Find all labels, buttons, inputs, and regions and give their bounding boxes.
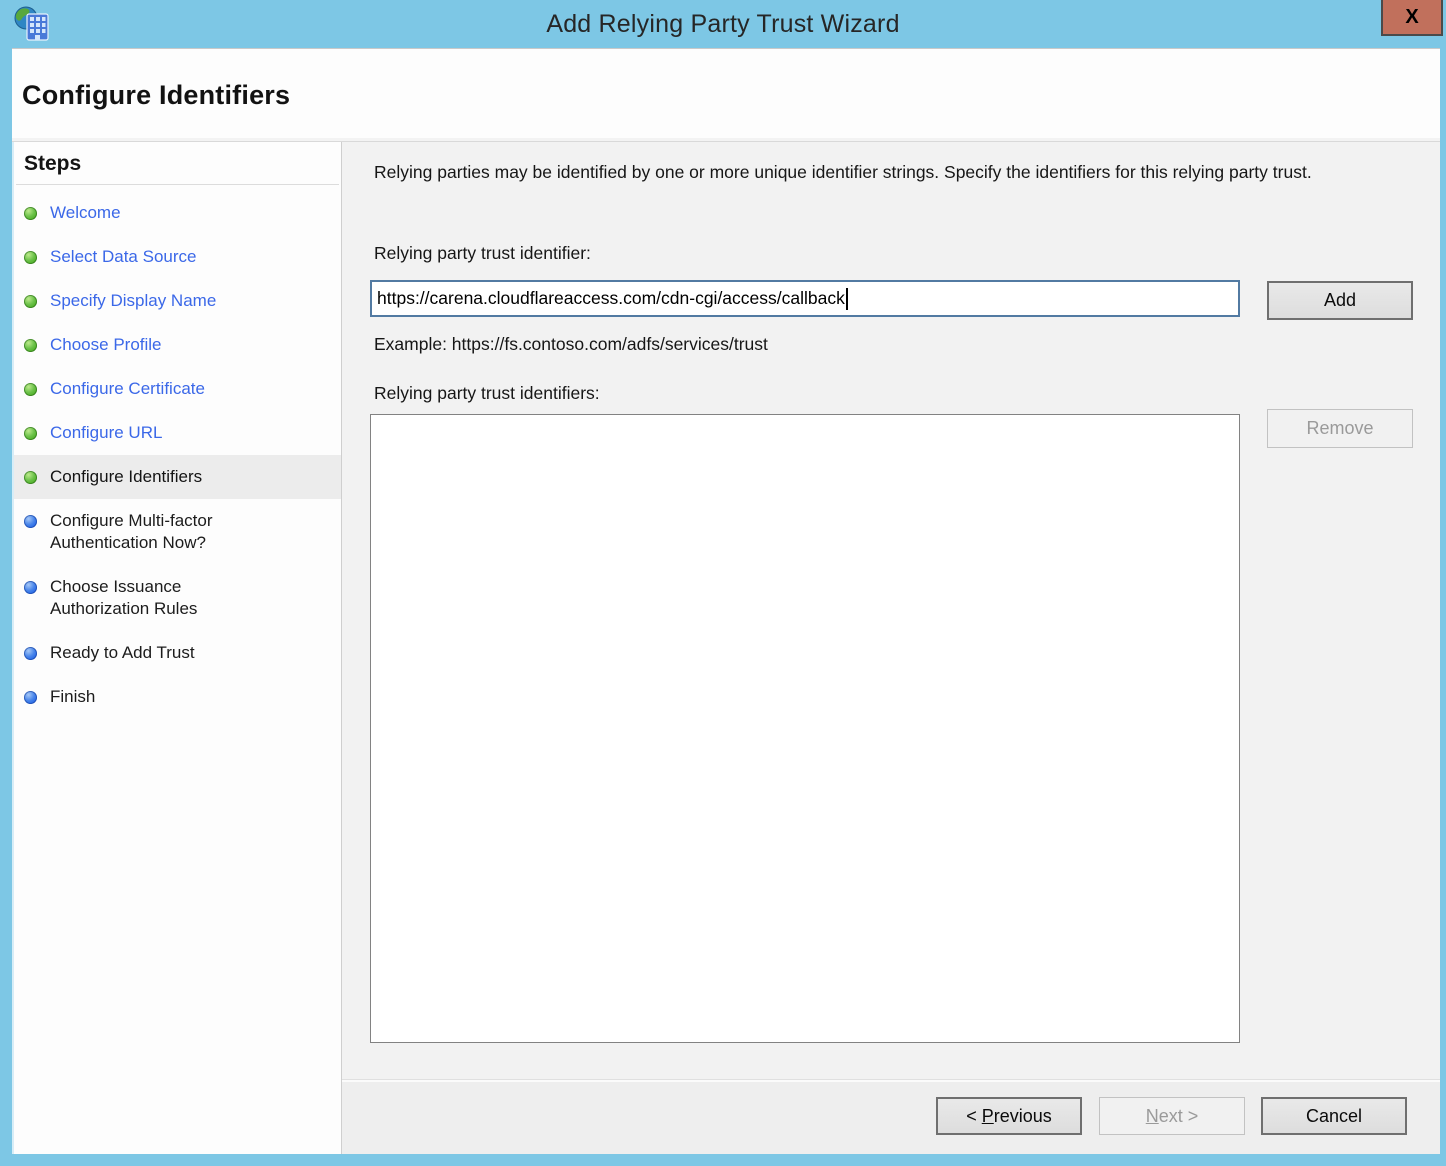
- sidebar-item-configure-certificate: Configure Certificate: [14, 367, 341, 411]
- footer-bar: < Previous Next > Cancel: [342, 1079, 1440, 1154]
- text-caret-icon: [846, 288, 848, 310]
- page-header: Configure Identifiers: [12, 49, 1440, 142]
- step-label: Configure Multi-factor Authentication No…: [50, 510, 262, 554]
- identifier-label: Relying party trust identifier:: [374, 243, 591, 264]
- sidebar-item-specify-display-name: Specify Display Name: [14, 279, 341, 323]
- identifier-value: https://carena.cloudflareaccess.com/cdn-…: [377, 288, 845, 309]
- identifier-input[interactable]: https://carena.cloudflareaccess.com/cdn-…: [370, 280, 1240, 317]
- remove-button: Remove: [1267, 409, 1413, 448]
- steps-heading: Steps: [16, 142, 339, 185]
- step-done-bullet-icon: [24, 427, 37, 440]
- sidebar-item-configure-identifiers: Configure Identifiers: [14, 455, 341, 499]
- sidebar-item-finish: Finish: [14, 675, 341, 719]
- wizard-window: Add Relying Party Trust Wizard X Configu…: [0, 0, 1446, 1166]
- sidebar-item-choose-profile: Choose Profile: [14, 323, 341, 367]
- step-todo-bullet-icon: [24, 515, 37, 528]
- sidebar-item-configure-url: Configure URL: [14, 411, 341, 455]
- sidebar-item-welcome: Welcome: [14, 191, 341, 235]
- example-text: Example: https://fs.contoso.com/adfs/ser…: [374, 334, 768, 355]
- sidebar-item-ready-to-add-trust: Ready to Add Trust: [14, 631, 341, 675]
- step-todo-bullet-icon: [24, 647, 37, 660]
- client-area: Configure Identifiers Steps Welcome Sele…: [12, 48, 1440, 1154]
- description-text: Relying parties may be identified by one…: [374, 159, 1400, 186]
- sidebar-item-choose-issuance-authorization-rules: Choose Issuance Authorization Rules: [14, 565, 341, 631]
- step-done-bullet-icon: [24, 339, 37, 352]
- step-label: Choose Profile: [50, 334, 162, 356]
- previous-button[interactable]: < Previous: [936, 1097, 1082, 1135]
- identifiers-list-label: Relying party trust identifiers:: [374, 383, 600, 404]
- step-label: Welcome: [50, 202, 121, 224]
- step-label: Select Data Source: [50, 246, 196, 268]
- identifiers-listbox[interactable]: [370, 414, 1240, 1043]
- step-label: Configure Identifiers: [50, 466, 202, 488]
- close-button[interactable]: X: [1381, 0, 1443, 36]
- step-label: Choose Issuance Authorization Rules: [50, 576, 262, 620]
- step-label: Specify Display Name: [50, 290, 216, 312]
- steps-sidebar: Steps Welcome Select Data Source Specify…: [12, 142, 342, 1154]
- next-button: Next >: [1099, 1097, 1245, 1135]
- add-button[interactable]: Add: [1267, 281, 1413, 320]
- steps-list: Welcome Select Data Source Specify Displ…: [14, 185, 341, 719]
- step-todo-bullet-icon: [24, 581, 37, 594]
- step-label: Finish: [50, 686, 95, 708]
- step-done-bullet-icon: [24, 383, 37, 396]
- title-bar: Add Relying Party Trust Wizard X: [0, 0, 1446, 48]
- step-done-bullet-icon: [24, 295, 37, 308]
- cancel-button[interactable]: Cancel: [1261, 1097, 1407, 1135]
- window-title: Add Relying Party Trust Wizard: [0, 0, 1446, 48]
- step-label: Configure URL: [50, 422, 162, 444]
- step-done-bullet-icon: [24, 251, 37, 264]
- content-pane: Relying parties may be identified by one…: [342, 142, 1440, 1079]
- step-done-bullet-icon: [24, 207, 37, 220]
- page-title: Configure Identifiers: [22, 80, 290, 111]
- step-done-bullet-icon: [24, 471, 37, 484]
- sidebar-item-configure-multi-factor-authentication-now: Configure Multi-factor Authentication No…: [14, 499, 341, 565]
- step-label: Configure Certificate: [50, 378, 205, 400]
- step-label: Ready to Add Trust: [50, 642, 195, 664]
- step-todo-bullet-icon: [24, 691, 37, 704]
- sidebar-item-select-data-source: Select Data Source: [14, 235, 341, 279]
